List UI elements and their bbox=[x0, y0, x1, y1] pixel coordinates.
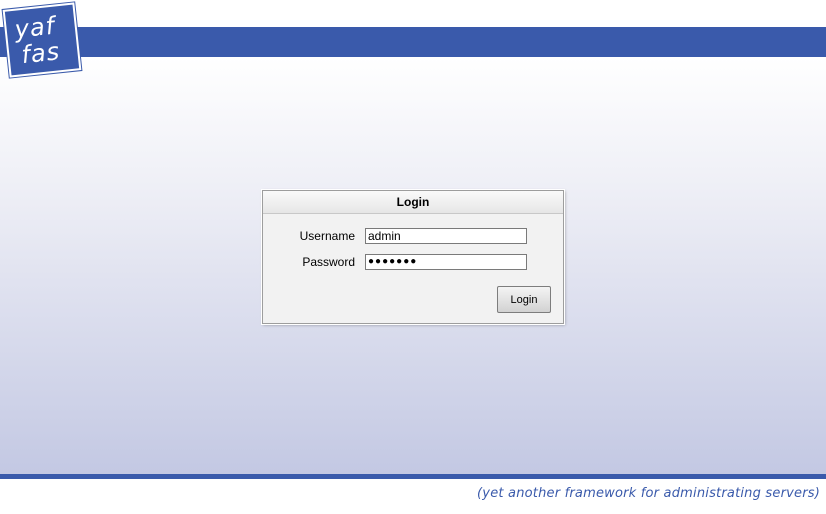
username-input[interactable]: admin bbox=[365, 228, 527, 244]
username-label: Username bbox=[299, 229, 355, 243]
footer-tagline: (yet another framework for administratin… bbox=[477, 486, 820, 501]
login-panel: Login Username admin Password ●●●●●●● Lo… bbox=[262, 190, 564, 324]
login-panel-title: Login bbox=[263, 191, 563, 214]
password-label: Password bbox=[302, 255, 355, 269]
password-row: Password ●●●●●●● bbox=[263, 254, 563, 272]
header-bar bbox=[0, 27, 826, 57]
login-button[interactable]: Login bbox=[497, 286, 551, 313]
password-input[interactable]: ●●●●●●● bbox=[365, 254, 527, 270]
username-row: Username admin bbox=[263, 228, 563, 246]
logo-line2: fas bbox=[20, 37, 62, 70]
footer-bar bbox=[0, 474, 826, 479]
yaffas-logo: yaf fas bbox=[2, 2, 82, 78]
